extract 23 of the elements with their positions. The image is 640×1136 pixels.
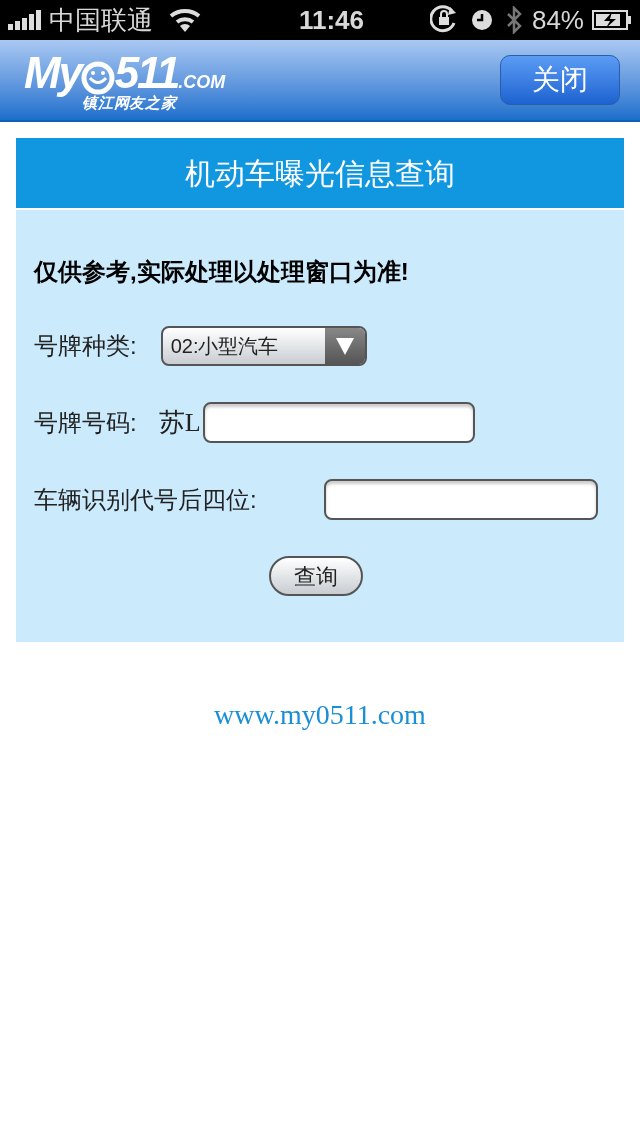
panel-title: 机动车曝光信息查询: [16, 138, 624, 210]
clock-icon: [471, 10, 492, 30]
input-field[interactable]: [202, 402, 475, 443]
signal-icon: [8, 10, 41, 30]
logo-tagline: 镇江网友之家: [82, 94, 179, 110]
clock-time: 11:46: [297, 3, 364, 37]
wifi-icon: [169, 8, 201, 32]
dropdown-arrow-icon: [334, 336, 355, 356]
input-field[interactable]: [324, 479, 598, 520]
plate-prefix: 苏L: [158, 407, 201, 439]
field-label: 车辆识别代号后四位:: [34, 484, 257, 515]
field-label: 号牌号码:: [34, 407, 137, 438]
logo-domain: .COM: [178, 72, 226, 91]
field-label: 号牌种类:: [34, 331, 137, 361]
website-link[interactable]: www.my0511.com: [214, 694, 426, 736]
logo-text: 511: [114, 50, 179, 95]
battery-icon: [592, 10, 632, 30]
carrier-name: 中国联通: [49, 3, 153, 37]
close-button[interactable]: 关闭: [500, 55, 620, 105]
notice-text: 仅供参考,实际处理以处理窗口为准!: [34, 257, 410, 287]
battery-percent: 84%: [531, 3, 584, 37]
plate-type-select[interactable]: 02:小型汽车: [160, 326, 367, 366]
search-button[interactable]: 查询: [269, 556, 363, 596]
